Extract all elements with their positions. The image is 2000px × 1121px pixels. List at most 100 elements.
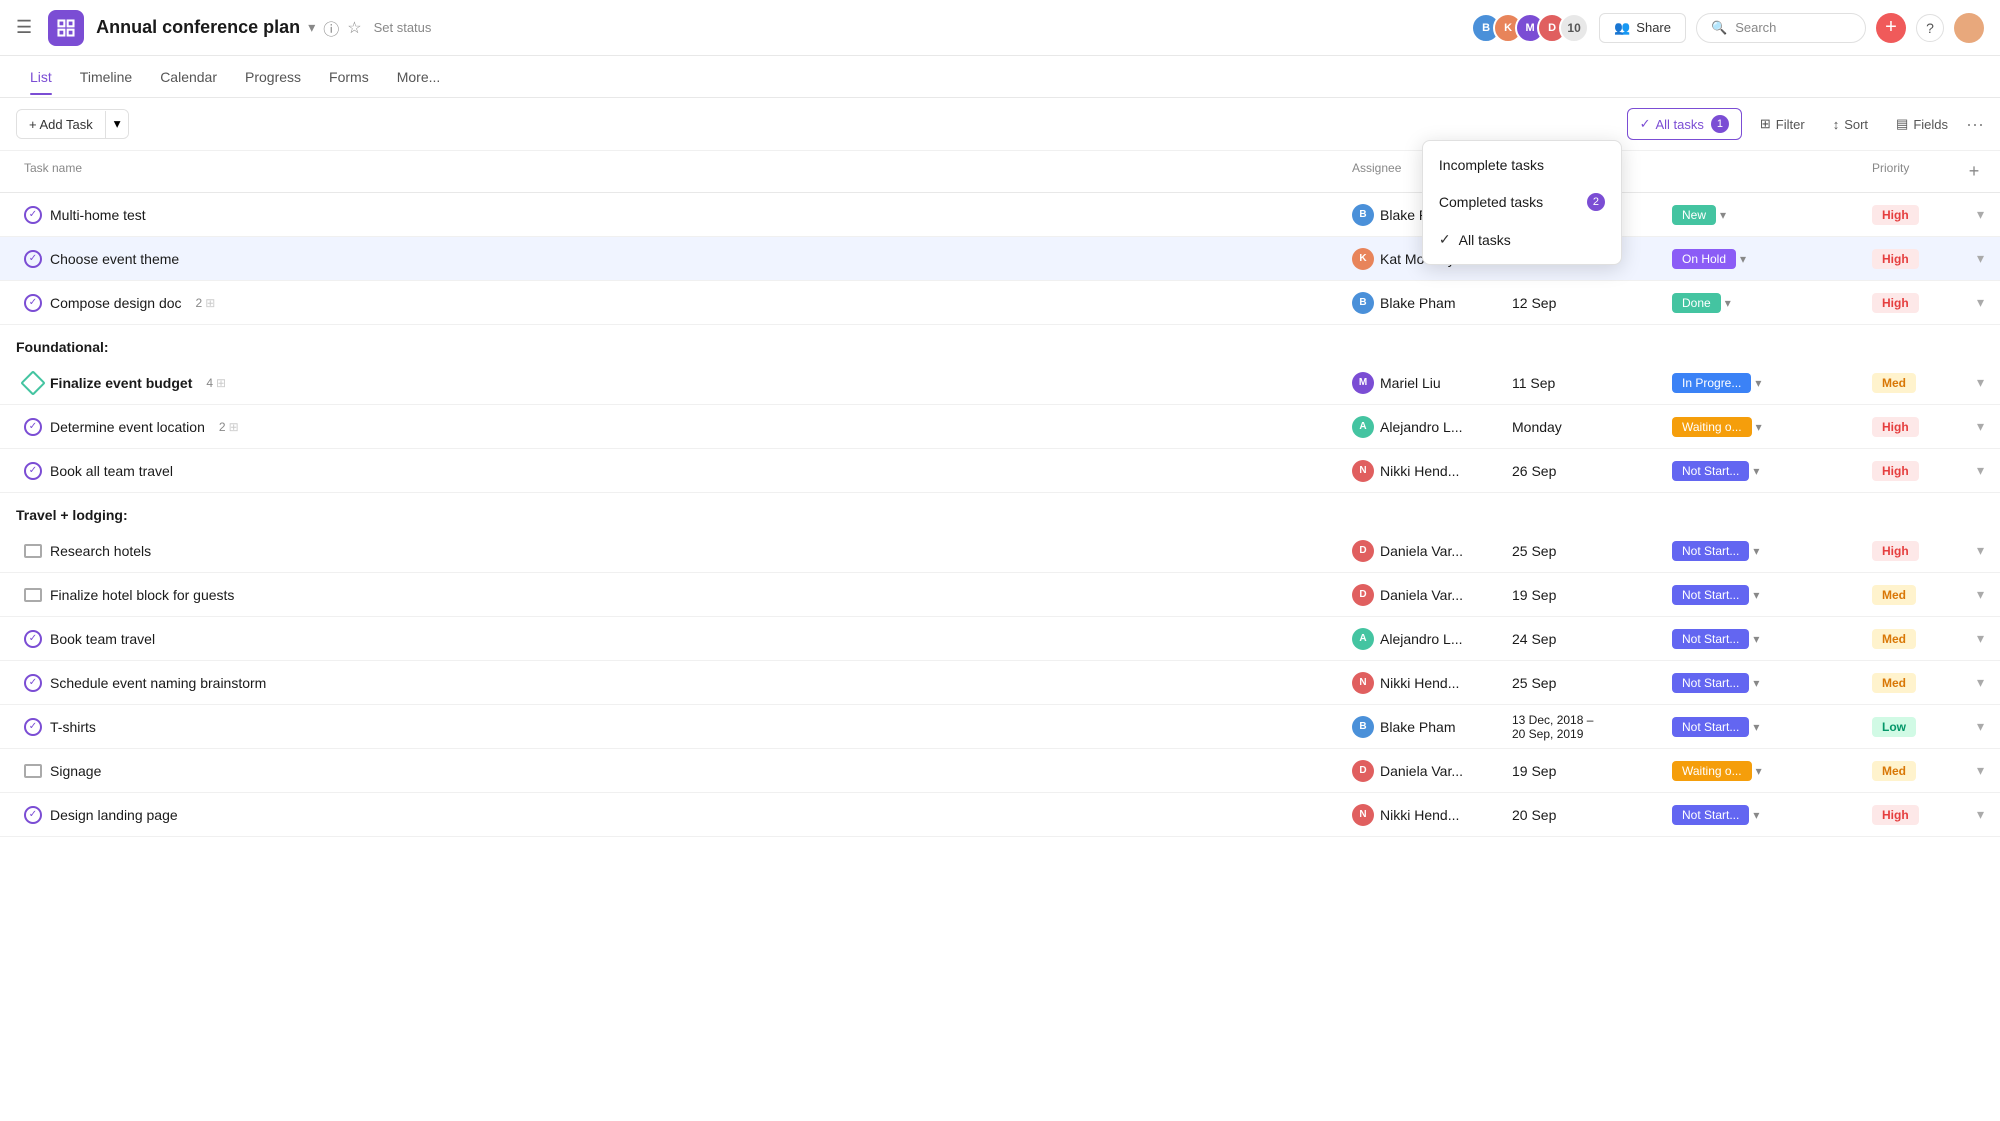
table-row: ✓ Multi-home test B Blake Pham Friday Ne… — [0, 193, 2000, 237]
dropdown-item-completed[interactable]: Completed tasks 2 — [1423, 183, 1621, 221]
assignee-name: Blake Pham — [1380, 295, 1455, 311]
priority-badge: High — [1872, 541, 1919, 561]
assignee-name: Daniela Var... — [1380, 543, 1463, 559]
task-label: Design landing page — [50, 807, 178, 823]
set-status[interactable]: Set status — [374, 20, 432, 35]
row-expand-icon[interactable]: ▾ — [1977, 674, 1984, 691]
due-date-cell: Monday — [1504, 415, 1664, 439]
dropdown-item-all[interactable]: ✓ All tasks — [1423, 221, 1621, 258]
tab-progress[interactable]: Progress — [231, 59, 315, 95]
row-expand-icon[interactable]: ▾ — [1977, 630, 1984, 647]
tab-timeline[interactable]: Timeline — [66, 59, 146, 95]
add-button[interactable]: + — [1876, 13, 1906, 43]
task-checkbox[interactable] — [24, 544, 42, 558]
task-checkbox[interactable]: ✓ — [24, 806, 42, 824]
status-chevron-icon[interactable]: ▾ — [1753, 720, 1759, 734]
status-badge: Not Start... — [1672, 805, 1749, 825]
task-name-cell: ✓ Determine event location 2 ⊞ — [16, 414, 1344, 440]
row-expand-icon[interactable]: ▾ — [1977, 762, 1984, 779]
avatar-count: 10 — [1559, 13, 1589, 43]
task-checkbox[interactable]: ✓ — [24, 206, 42, 224]
status-chevron-icon[interactable]: ▾ — [1753, 464, 1759, 478]
status-chevron-icon[interactable]: ▾ — [1725, 296, 1731, 310]
user-avatar[interactable] — [1954, 13, 1984, 43]
status-chevron-icon[interactable]: ▾ — [1753, 808, 1759, 822]
status-cell: Not Start... ▾ — [1664, 669, 1864, 697]
assignee-cell: N Nikki Hend... — [1344, 800, 1504, 830]
row-expand-icon[interactable]: ▾ — [1977, 462, 1984, 479]
more-button[interactable]: ··· — [1966, 114, 1984, 135]
status-cell: Not Start... ▾ — [1664, 801, 1864, 829]
star-icon[interactable]: ☆ — [347, 18, 361, 38]
row-expand-icon[interactable]: ▾ — [1977, 586, 1984, 603]
fields-button[interactable]: ▤ Fields — [1886, 110, 1958, 138]
status-chevron-icon[interactable]: ▾ — [1753, 544, 1759, 558]
task-name-cell: Research hotels — [16, 539, 1344, 563]
task-checkbox[interactable] — [24, 764, 42, 778]
status-badge: Waiting o... — [1672, 761, 1752, 781]
all-tasks-button[interactable]: ✓ All tasks 1 — [1627, 108, 1742, 140]
task-checkbox[interactable]: ✓ — [24, 630, 42, 648]
task-checkbox[interactable]: ✓ — [24, 462, 42, 480]
row-expand-icon[interactable]: ▾ — [1977, 294, 1984, 311]
due-date-cell: 13 Dec, 2018 –20 Sep, 2019 — [1504, 709, 1664, 745]
assignee-avatar: N — [1352, 804, 1374, 826]
status-chevron-icon[interactable]: ▾ — [1720, 208, 1726, 222]
status-chevron-icon[interactable]: ▾ — [1753, 588, 1759, 602]
due-date-cell: 20 Sep — [1504, 803, 1664, 827]
status-chevron-icon[interactable]: ▾ — [1756, 764, 1762, 778]
row-expand-icon[interactable]: ▾ — [1977, 206, 1984, 223]
priority-cell: Med — [1864, 669, 1964, 697]
task-name-cell: ✓ Book all team travel — [16, 458, 1344, 484]
status-chevron-icon[interactable]: ▾ — [1753, 632, 1759, 646]
status-chevron-icon[interactable]: ▾ — [1740, 252, 1746, 266]
task-checkbox[interactable]: ✓ — [24, 674, 42, 692]
due-date-cell: 25 Sep — [1504, 671, 1664, 695]
share-button[interactable]: 👥 Share — [1599, 13, 1686, 43]
task-checkbox[interactable]: ✓ — [24, 294, 42, 312]
add-task-chevron-button[interactable]: ▾ — [106, 110, 129, 138]
row-expand-icon[interactable]: ▾ — [1977, 542, 1984, 559]
priority-badge: High — [1872, 293, 1919, 313]
help-button[interactable]: ? — [1916, 14, 1944, 42]
task-checkbox[interactable]: ✓ — [24, 418, 42, 436]
row-expand-icon[interactable]: ▾ — [1977, 418, 1984, 435]
task-checkbox[interactable]: ✓ — [24, 250, 42, 268]
search-box[interactable]: 🔍 Search — [1696, 13, 1866, 43]
priority-cell: High — [1864, 537, 1964, 565]
filter-button[interactable]: ⊞ Filter — [1750, 110, 1815, 138]
assignee-cell: B Blake Pham — [1344, 288, 1504, 318]
priority-badge: Med — [1872, 673, 1916, 693]
row-expand-icon[interactable]: ▾ — [1977, 250, 1984, 267]
title-chevron-icon[interactable]: ▾ — [308, 19, 315, 36]
tab-forms[interactable]: Forms — [315, 59, 383, 95]
tab-calendar[interactable]: Calendar — [146, 59, 231, 95]
status-chevron-icon[interactable]: ▾ — [1753, 676, 1759, 690]
menu-icon[interactable]: ☰ — [16, 17, 32, 38]
status-chevron-icon[interactable]: ▾ — [1755, 376, 1761, 390]
status-chevron-icon[interactable]: ▾ — [1756, 420, 1762, 434]
task-name-cell: ✓ Book team travel — [16, 626, 1344, 652]
add-task-button[interactable]: + Add Task — [17, 111, 106, 138]
tab-more[interactable]: More... — [383, 59, 455, 95]
toolbar: + Add Task ▾ ✓ All tasks 1 Incomplete ta… — [0, 98, 2000, 151]
dropdown-item-incomplete[interactable]: Incomplete tasks — [1423, 147, 1621, 183]
tab-list[interactable]: List — [16, 59, 66, 95]
sort-button[interactable]: ↕ Sort — [1823, 111, 1878, 138]
dropdown-label: Incomplete tasks — [1439, 157, 1544, 173]
task-checkbox[interactable] — [24, 588, 42, 602]
assignee-name: Mariel Liu — [1380, 375, 1441, 391]
task-name-cell: Finalize event budget 4 ⊞ — [16, 370, 1344, 396]
row-expand-icon[interactable]: ▾ — [1977, 718, 1984, 735]
sort-icon: ↕ — [1833, 117, 1840, 132]
priority-cell: Low — [1864, 713, 1964, 741]
task-checkbox[interactable]: ✓ — [24, 718, 42, 736]
task-label: Finalize hotel block for guests — [50, 587, 234, 603]
task-checkbox[interactable] — [20, 370, 45, 395]
table-row: Signage D Daniela Var... 19 Sep Waiting … — [0, 749, 2000, 793]
topbar-right: B K M D 10 👥 Share 🔍 Search + ? — [1471, 13, 1984, 43]
info-icon[interactable]: ⓘ — [323, 16, 339, 40]
row-expand-icon[interactable]: ▾ — [1977, 374, 1984, 391]
row-expand-icon[interactable]: ▾ — [1977, 806, 1984, 823]
th-add-column[interactable]: + — [1964, 151, 1984, 192]
